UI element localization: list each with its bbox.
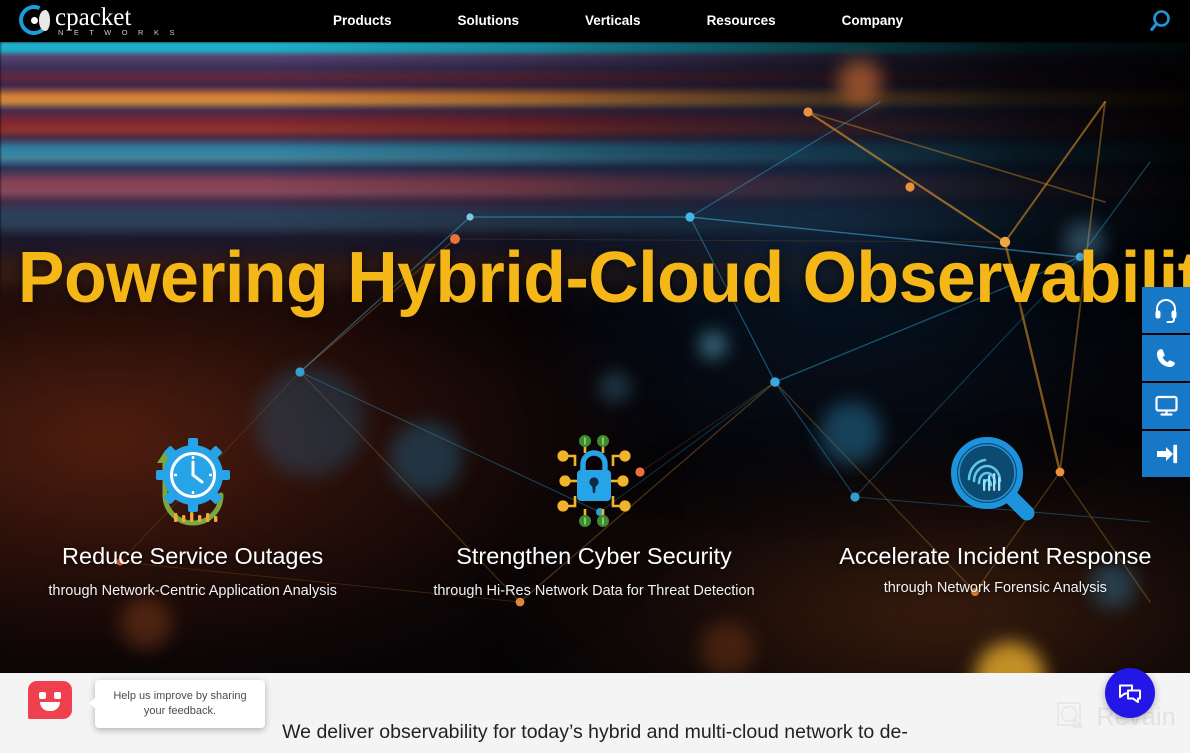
cpacket-logo-icon (14, 0, 54, 40)
top-navigation-bar: cpacket N E T W O R K S Products Solutio… (0, 0, 1190, 42)
support-button[interactable] (1142, 287, 1190, 333)
feature-title: Reduce Service Outages (62, 543, 324, 569)
bokeh-light (700, 332, 726, 358)
chat-widget-button[interactable] (1105, 668, 1155, 718)
feature-title: Strengthen Cyber Security (456, 543, 732, 569)
feature-strengthen-cyber-security: Strengthen Cyber Security through Hi-Res… (393, 427, 794, 627)
gear-clock-icon (0, 427, 393, 535)
feedback-widget-button[interactable] (28, 681, 72, 721)
logo-wordmark: cpacket (55, 4, 132, 32)
nav-item-products[interactable]: Products (300, 0, 425, 42)
bokeh-light (838, 60, 882, 104)
search-icon[interactable] (1148, 6, 1178, 36)
revain-logo-icon (1057, 702, 1085, 728)
demo-button[interactable] (1142, 383, 1190, 429)
cpacket-logo[interactable]: cpacket N E T W O R K S (14, 0, 179, 40)
nav-item-company[interactable]: Company (809, 0, 937, 42)
primary-nav-links: Products Solutions Verticals Resources C… (300, 0, 936, 42)
nav-item-solutions[interactable]: Solutions (425, 0, 553, 42)
nav-item-resources[interactable]: Resources (674, 0, 809, 42)
fingerprint-magnifier-icon (795, 427, 1190, 535)
side-action-rail (1142, 287, 1190, 477)
call-button[interactable] (1142, 335, 1190, 381)
nav-item-verticals[interactable]: Verticals (552, 0, 674, 42)
feature-subtitle: through Hi-Res Network Data for Threat D… (433, 583, 755, 599)
smiley-feedback-icon (28, 681, 72, 719)
feature-subtitle: through Network-Centric Application Anal… (48, 583, 337, 599)
feature-reduce-service-outages: Reduce Service Outages through Network-C… (0, 427, 393, 627)
feature-accelerate-incident-response: Accelerate Incident Response through Net… (795, 427, 1190, 627)
page-root: cpacket N E T W O R K S Products Solutio… (0, 0, 1190, 753)
feature-title: Accelerate Incident Response (839, 543, 1152, 569)
hero-feature-row: Reduce Service Outages through Network-C… (0, 427, 1190, 627)
bokeh-light (700, 622, 754, 673)
login-button[interactable] (1142, 431, 1190, 477)
feature-subtitle: through Network Forensic Analysis (883, 580, 1107, 596)
bokeh-light (600, 372, 630, 402)
logo-subtext: N E T W O R K S (58, 28, 179, 38)
feedback-tooltip: Help us improve by sharing your feedback… (89, 680, 265, 728)
padlock-network-icon (393, 427, 794, 535)
hero-banner: Powering Hybrid-Cloud Observability Redu… (0, 42, 1190, 673)
hero-headline: Powering Hybrid-Cloud Observability (17, 238, 1190, 318)
